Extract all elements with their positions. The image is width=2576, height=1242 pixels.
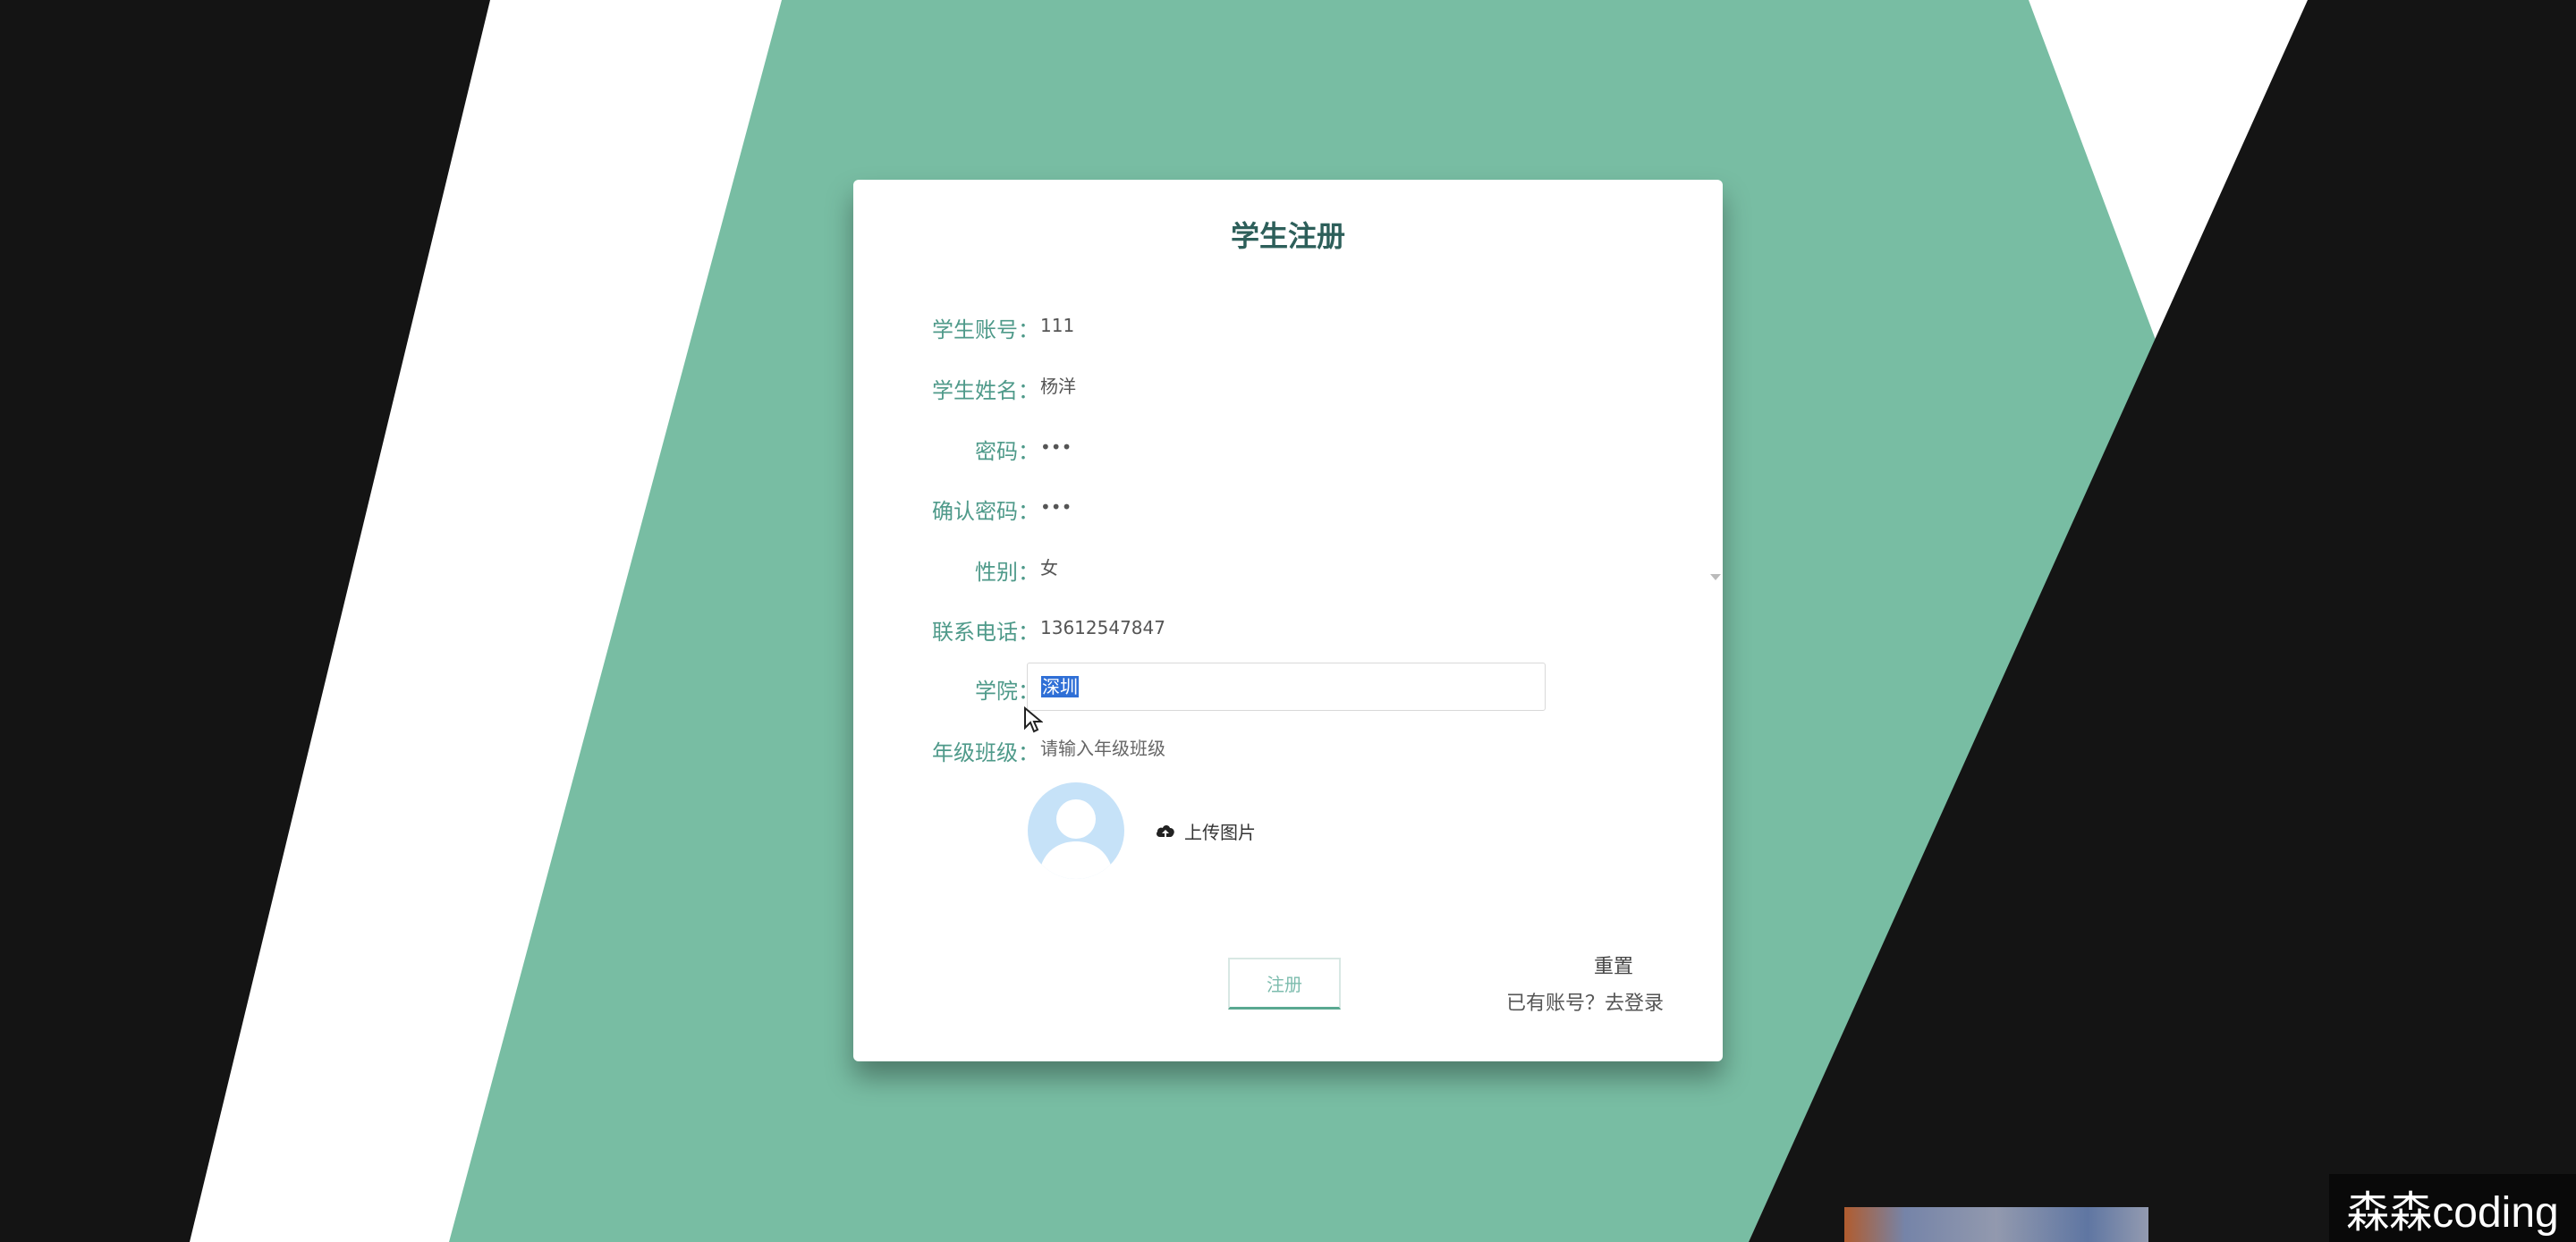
form-row-name: 学生姓名： 杨洋 xyxy=(853,362,1723,412)
brand-watermark: 森森coding xyxy=(2329,1174,2576,1242)
class-input[interactable]: 请输入年级班级 xyxy=(1040,733,1541,764)
field-label-name: 学生姓名： xyxy=(932,378,1039,403)
cloud-upload-icon xyxy=(1157,825,1174,837)
gender-selected-value: 女 xyxy=(1040,557,1058,579)
csdn-watermark: CSDN @h xyxy=(2131,1169,2324,1215)
form-row-account: 学生账号： 111 xyxy=(853,301,1723,351)
page-title: 学生注册 xyxy=(1230,219,1345,253)
chevron-down-icon xyxy=(1710,574,1721,580)
field-label-phone: 联系电话： xyxy=(932,620,1039,645)
phone-input[interactable]: 13612547847 xyxy=(1040,613,1541,643)
field-label-class: 年级班级： xyxy=(932,740,1039,765)
upload-image-label: 上传图片 xyxy=(1184,821,1256,843)
college-input-selected-text: 深圳 xyxy=(1041,676,1079,697)
gender-select[interactable]: 女 xyxy=(1040,553,1721,583)
field-label-password: 密码： xyxy=(975,439,1039,464)
reset-link[interactable]: 重置 xyxy=(1594,951,1633,979)
college-input[interactable]: 深圳 xyxy=(1027,663,1546,711)
form-row-confirm-password: 确认密码： ••• xyxy=(853,483,1723,533)
form-row-phone: 联系电话： 13612547847 xyxy=(853,604,1723,654)
go-login-link[interactable]: 已有账号？去登录 xyxy=(1506,987,1664,1016)
form-row-password: 密码： ••• xyxy=(853,423,1723,473)
register-card: 学生注册 学生账号： 111 学生姓名： 杨洋 密码： ••• 确认密码： ••… xyxy=(853,180,1723,1061)
avatar-placeholder-icon[interactable] xyxy=(1028,782,1124,879)
name-input[interactable]: 杨洋 xyxy=(1040,371,1541,401)
upload-image-button[interactable]: 上传图片 xyxy=(1156,817,1256,844)
form-row-gender: 性别： 女 xyxy=(853,544,1723,594)
password-input[interactable]: ••• xyxy=(1040,432,1541,462)
blurred-strip xyxy=(1844,1207,2148,1242)
form-row-college: 学院： 深圳 xyxy=(853,663,1723,713)
account-input[interactable]: 111 xyxy=(1040,310,1541,341)
field-label-confirm-password: 确认密码： xyxy=(932,499,1039,524)
register-button[interactable]: 注册 xyxy=(1228,958,1341,1010)
background-dark-left xyxy=(0,0,490,1242)
confirm-password-input[interactable]: ••• xyxy=(1040,492,1541,522)
field-label-account: 学生账号： xyxy=(932,317,1039,342)
field-label-gender: 性别： xyxy=(975,560,1039,585)
mouse-cursor-icon xyxy=(1024,706,1043,733)
form-row-class: 年级班级： 请输入年级班级 xyxy=(853,724,1723,774)
